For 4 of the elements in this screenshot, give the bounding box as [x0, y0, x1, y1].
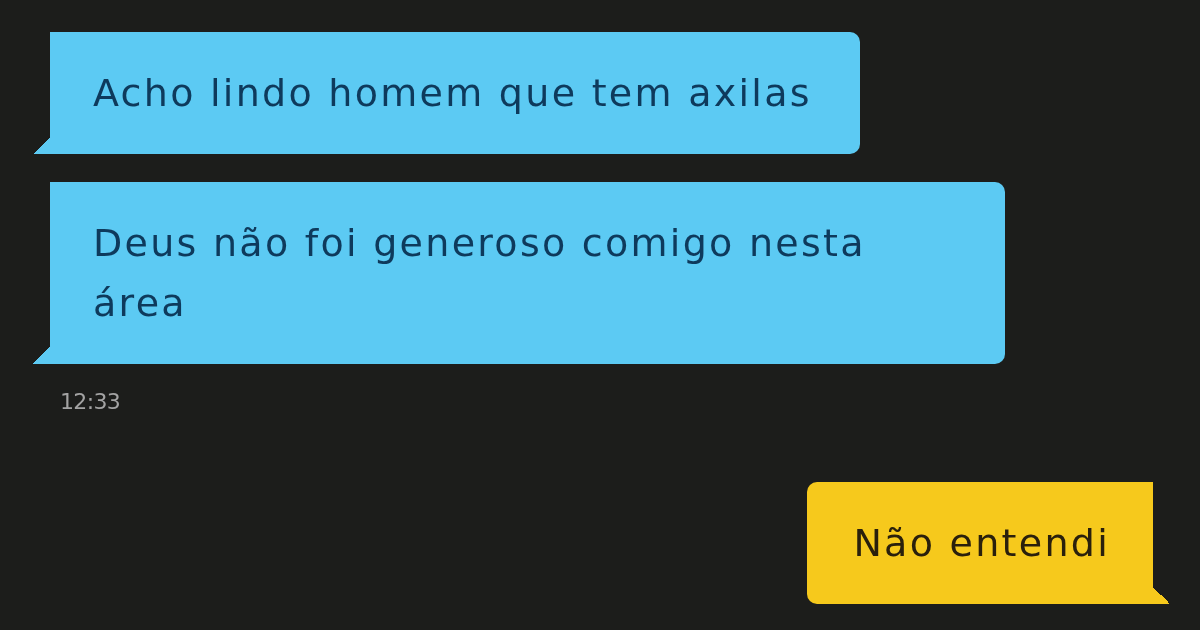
message-bubble: Deus não foi generoso comigo nesta área [33, 182, 1005, 364]
message-timestamp: 12:33 [60, 388, 121, 416]
message-bubble: Acho lindo homem que tem axilas [33, 32, 860, 154]
message-bubble: Não entendi [807, 482, 1170, 604]
